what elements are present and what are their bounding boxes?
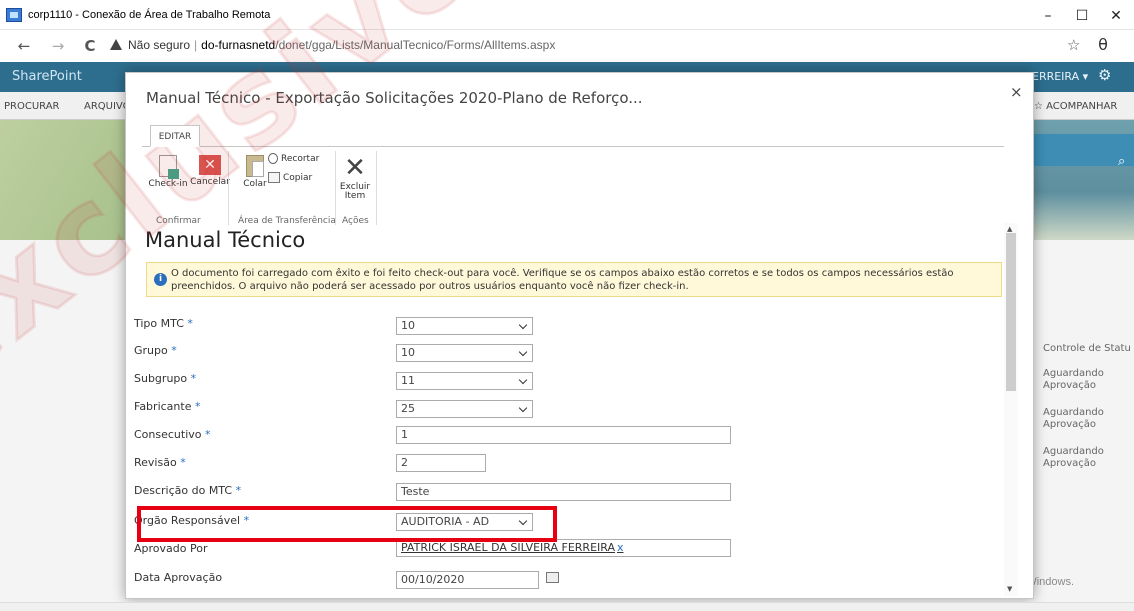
forward-button[interactable]: → [48,36,68,56]
label-revisao: Revisão * [134,456,186,469]
revisao-input[interactable]: 2 [396,454,486,472]
horizontal-scrollbar[interactable] [0,602,1134,611]
notice-text: O documento foi carregado com êxito e fo… [171,268,954,292]
group-divider [376,151,377,225]
search-icon[interactable]: ⌕ [1118,154,1125,169]
scrollbar-thumb[interactable] [1006,233,1016,391]
delete-label-item: Item [344,191,366,201]
copy-button[interactable]: Copiar [268,172,312,183]
tab-procurar[interactable]: PROCURAR [4,101,59,112]
subgrupo-select[interactable]: 11 [396,372,533,390]
label-subgrupo: Subgrupo * [134,372,197,385]
info-icon: i [154,273,167,286]
rdp-title-bar: corp1110 - Conexão de Área de Trabalho R… [0,0,1134,30]
follow-button[interactable]: ☆ ACOMPANHAR [1034,101,1117,112]
profile-icon[interactable]: θ [1092,35,1114,57]
label-grupo: Grupo * [134,344,177,357]
sharepoint-brand[interactable]: SharePoint [12,69,82,84]
label-consecutivo: Consecutivo * [134,428,211,441]
descricao-input[interactable]: Teste [396,483,731,501]
window-title: corp1110 - Conexão de Área de Trabalho R… [28,9,271,21]
cut-button[interactable]: Recortar [268,153,319,164]
address-bar[interactable]: Não seguro | do-furnasnetd/donet/gga/Lists… [128,38,555,52]
banner-image [0,120,140,240]
copy-icon [268,172,280,183]
form-title: Manual Técnico [145,228,306,252]
browser-toolbar: ← → C Não seguro | do-furnasnetd/donet/gga… [0,30,1134,62]
reload-button[interactable]: C [80,36,100,56]
url-host: do-furnasnetd [201,38,276,52]
edit-properties-dialog: Manual Técnico - Exportação Solicitações… [125,72,1034,599]
gear-icon[interactable]: ⚙ [1098,66,1111,84]
status-value: Aguardando Aprovação [1043,368,1104,391]
maximize-button[interactable]: ☐ [1062,4,1102,28]
url-path: /donet/gga/Lists/ManualTecnico/Forms/All… [275,38,556,52]
label-aprovado-por: Aprovado Por [134,542,208,555]
back-button[interactable]: ← [14,36,34,56]
close-window-button[interactable]: ✕ [1099,4,1133,28]
grupo-select[interactable]: 10 [396,344,533,362]
label-descricao: Descrição do MTC * [134,484,242,497]
delete-x-icon: ✕ [344,153,366,183]
paste-button[interactable]: Colar [238,155,272,189]
status-column-header[interactable]: Controle de Statu [1043,343,1131,354]
checkin-label: Check-in [148,179,188,189]
ribbon: Check-in ✕ Cancelar Colar Recortar Copia… [142,146,1004,226]
tab-editar[interactable]: EDITAR [150,125,200,147]
checkout-notice: i O documento foi carregado com êxito e … [146,262,1002,297]
group-divider [335,151,336,225]
checkin-icon [159,155,179,179]
user-menu[interactable]: ERREIRA ▾ [1032,70,1088,83]
consecutivo-input[interactable]: 1 [396,426,731,444]
copy-label: Copiar [283,173,313,183]
status-value: Aguardando Aprovação [1043,446,1104,469]
dialog-title: Manual Técnico - Exportação Solicitações… [146,89,643,107]
label-tipo-mtc: Tipo MTC * [134,317,193,330]
data-aprovacao-input[interactable]: 00/10/2020 [396,571,539,589]
group-divider [228,151,229,225]
cancel-button[interactable]: ✕ Cancelar [190,155,230,187]
bookmark-star-icon[interactable]: ☆ [1067,36,1080,54]
scissors-icon [268,153,278,164]
fabricante-select[interactable]: 25 [396,400,533,418]
scroll-up-arrow[interactable]: ▲ [1007,225,1012,233]
status-value: Aguardando Aprovação [1043,407,1104,430]
highlight-box [137,506,557,542]
label-fabricante: Fabricante * [134,400,201,413]
security-label: Não seguro [128,38,191,52]
dialog-close-button[interactable]: × [1010,83,1023,101]
remove-approver-icon[interactable]: x [617,541,624,554]
cancel-icon: ✕ [199,155,221,175]
paste-label: Colar [243,179,267,189]
remote-desktop-icon [6,8,22,22]
paste-icon [246,155,264,177]
delete-item-button[interactable]: ✕ Excluir Item [336,155,374,201]
scroll-down-arrow[interactable]: ▼ [1007,585,1012,593]
label-data-aprovacao: Data Aprovação [134,571,223,584]
tab-arquivo[interactable]: ARQUIVO [84,101,130,112]
approver-name[interactable]: PATRICK ISRAEL DA SILVEIRA FERREIRA [401,541,615,554]
cancel-label: Cancelar [190,177,230,187]
checkin-button[interactable]: Check-in [148,155,188,189]
tipo-mtc-select[interactable]: 10 [396,317,533,335]
calendar-icon[interactable] [546,572,559,583]
cut-label: Recortar [281,154,320,164]
warning-icon [110,39,122,50]
